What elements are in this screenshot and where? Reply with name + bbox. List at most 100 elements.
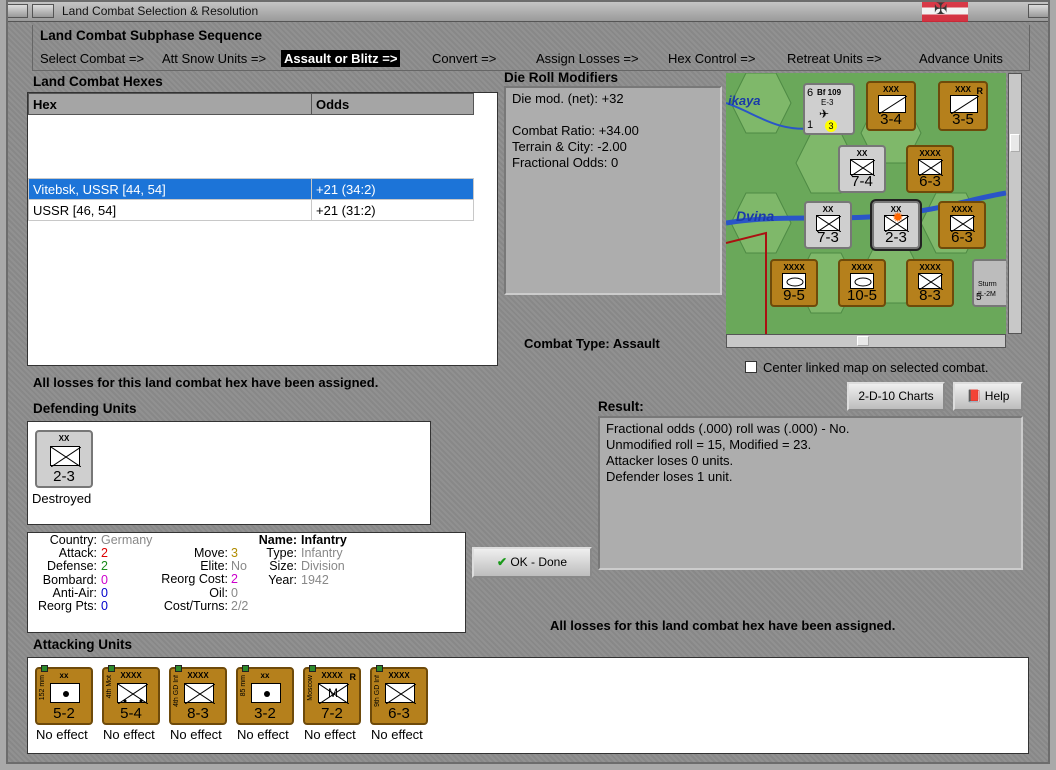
table-row[interactable]: USSR [46, 54] +21 (31:2) xyxy=(28,199,474,221)
close-button[interactable] xyxy=(1028,4,1050,18)
title-bar: Land Combat Selection & Resolution xyxy=(0,0,1056,22)
combat-type-label: Combat Type: xyxy=(524,336,610,351)
minimize-button[interactable] xyxy=(32,4,54,18)
map-unit[interactable]: XXXX 6-3 xyxy=(938,201,986,249)
checkmark-icon: ✔ xyxy=(496,555,507,569)
help-button[interactable]: 📕 Help xyxy=(953,382,1023,411)
attacking-unit-status: No effect xyxy=(36,727,88,742)
phase-advance-units: Advance Units xyxy=(919,51,1003,66)
reorg-pts-value: 0 xyxy=(101,599,108,614)
map-unit[interactable]: XXXX 6-3 xyxy=(906,145,954,193)
linked-map[interactable]: ikaya Dvina 6 Bf 109 E-3 ✈ 1 3 XXX 3-4 X… xyxy=(726,73,1006,334)
map-unit[interactable]: XXX R 3-5 xyxy=(938,81,988,131)
result-line: Unmodified roll = 15, Modified = 23. xyxy=(606,437,812,452)
map-unit[interactable]: XXXX 10-5 xyxy=(838,259,886,307)
attacking-unit[interactable]: XXXX 9th GD Inf 6-3 xyxy=(370,665,428,725)
map-air-unit[interactable]: 6 Bf 109 E-3 ✈ 1 3 xyxy=(803,83,855,135)
window-title: Land Combat Selection & Resolution xyxy=(62,4,259,18)
result-heading: Result: xyxy=(598,399,644,414)
unit-symbol-icon xyxy=(385,683,416,704)
attacking-unit-status: No effect xyxy=(103,727,155,742)
map-vertical-scrollbar[interactable] xyxy=(1008,73,1022,334)
scroll-thumb[interactable] xyxy=(1010,134,1020,152)
ok-done-label: OK - Done xyxy=(510,555,568,569)
combat-hexes-table: Hex Odds Vitebsk, USSR [44, 54] +21 (34:… xyxy=(28,93,474,221)
unit-symbol-icon xyxy=(50,683,80,703)
phase-hex-control: Hex Control => xyxy=(668,51,756,66)
country-value: Germany xyxy=(101,533,153,547)
odds-cell: +21 (31:2) xyxy=(311,199,474,221)
phase-convert: Convert => xyxy=(432,51,497,66)
year-value: 1942 xyxy=(301,572,329,587)
attacking-unit[interactable]: xx 152 mm 5-2 xyxy=(35,665,93,725)
result-line: Attacker loses 0 units. xyxy=(606,453,734,468)
combat-hexes-heading: Land Combat Hexes xyxy=(33,74,163,89)
fractional-odds: Fractional Odds: 0 xyxy=(512,155,619,170)
size-value: Division xyxy=(301,559,345,574)
combat-hexes-list: Hex Odds Vitebsk, USSR [44, 54] +21 (34:… xyxy=(27,92,498,366)
map-label-dvina: Dvina xyxy=(736,208,775,224)
col-hex: Hex xyxy=(28,93,312,115)
center-map-label: Center linked map on selected combat. xyxy=(763,360,989,375)
map-label-kaya: ikaya xyxy=(728,93,761,108)
unit-info-labels-1: Country: Attack: Defense: Bombard: Anti-Air… xyxy=(37,533,97,614)
map-unit[interactable]: XX 7-3 xyxy=(804,201,852,249)
attacking-unit[interactable]: XXXX 4th Mot 5-4 xyxy=(102,665,160,725)
attacking-unit[interactable]: XXXX R Moscow M 7-2 xyxy=(303,665,361,725)
bombard-value: 0 xyxy=(101,572,108,587)
unit-info-labels-2: Move: Elite: Reorg Cost: Oil: Cost/Turns: xyxy=(161,546,228,613)
phase-assault-or-blitz: Assault or Blitz => xyxy=(281,50,401,67)
book-icon: 📕 xyxy=(966,389,982,403)
center-map-checkbox[interactable] xyxy=(745,361,757,373)
die-modifiers-heading: Die Roll Modifiers xyxy=(504,70,619,85)
scroll-thumb[interactable] xyxy=(857,336,869,346)
terrain-city: Terrain & City: -2.00 xyxy=(512,139,627,154)
attacking-unit-status: No effect xyxy=(237,727,289,742)
attacking-unit-status: No effect xyxy=(371,727,423,742)
odds-cell: +21 (34:2) xyxy=(311,178,474,200)
ok-done-button[interactable]: ✔ OK - Done xyxy=(472,547,592,578)
infantry-symbol-icon xyxy=(50,446,81,467)
result-line: Defender loses 1 unit. xyxy=(606,469,733,484)
map-unit[interactable]: XX 7-4 xyxy=(838,145,886,193)
result-line: Fractional odds (.000) roll was (.000) -… xyxy=(606,421,850,436)
oil-value: 0 xyxy=(231,585,238,600)
hex-cell: Vitebsk, USSR [44, 54] xyxy=(28,178,312,200)
unit-symbol-icon xyxy=(184,683,215,704)
loss-message-top: All losses for this land combat hex have… xyxy=(33,375,379,390)
attacking-heading: Attacking Units xyxy=(33,637,133,652)
map-unit[interactable]: XXXX 9-5 xyxy=(770,259,818,307)
unit-info-values-1: Germany 2 2 0 0 0 xyxy=(101,533,153,614)
combat-ratio: Combat Ratio: +34.00 xyxy=(512,123,639,138)
charts-button[interactable]: 2-D-10 Charts xyxy=(847,382,945,411)
unit-info-values-3: Infantry Infantry Division 1942 xyxy=(301,533,347,587)
defending-unit[interactable]: XX 2-3 xyxy=(35,430,93,488)
attacking-unit-status: No effect xyxy=(304,727,356,742)
fire-icon: ✹ xyxy=(892,209,904,225)
defending-status: Destroyed xyxy=(32,491,92,506)
loss-message-bottom: All losses for this land combat hex have… xyxy=(550,618,896,633)
attacking-unit[interactable]: XXXX 4th GD Inf 8-3 xyxy=(169,665,227,725)
hex-cell: USSR [46, 54] xyxy=(28,199,312,221)
table-row[interactable]: Vitebsk, USSR [44, 54] +21 (34:2) xyxy=(28,178,474,200)
die-mod-net: Die mod. (net): +32 xyxy=(512,91,624,106)
phase-att-snow-units: Att Snow Units => xyxy=(162,51,267,66)
cost-turns-value: 2/2 xyxy=(231,598,249,613)
map-unit[interactable]: XXX 3-4 xyxy=(866,81,916,131)
attacking-unit-status: No effect xyxy=(170,727,222,742)
map-selected-unit[interactable]: XX ✹ 2-3 xyxy=(872,201,920,249)
attacking-unit[interactable]: xx 85 mm 3-2 xyxy=(236,665,294,725)
unit-symbol-icon xyxy=(251,683,281,703)
map-unit[interactable]: XXXX 8-3 xyxy=(906,259,954,307)
unit-info-labels-3: Name: Type: Size: Year: xyxy=(258,533,297,587)
defending-heading: Defending Units xyxy=(33,401,137,416)
germany-flag-icon xyxy=(922,0,968,22)
map-air-unit[interactable]: Sturm IL-2M 5 xyxy=(972,259,1006,307)
anti-air-value: 0 xyxy=(101,585,108,600)
system-menu-button[interactable] xyxy=(6,4,28,18)
die-modifiers-panel: Die mod. (net): +32 Combat Ratio: +34.00… xyxy=(504,86,722,295)
map-horizontal-scrollbar[interactable] xyxy=(726,334,1006,348)
defense-value: 2 xyxy=(101,559,108,574)
phase-select-combat: Select Combat => xyxy=(40,51,145,66)
result-panel: Fractional odds (.000) roll was (.000) -… xyxy=(598,416,1023,570)
